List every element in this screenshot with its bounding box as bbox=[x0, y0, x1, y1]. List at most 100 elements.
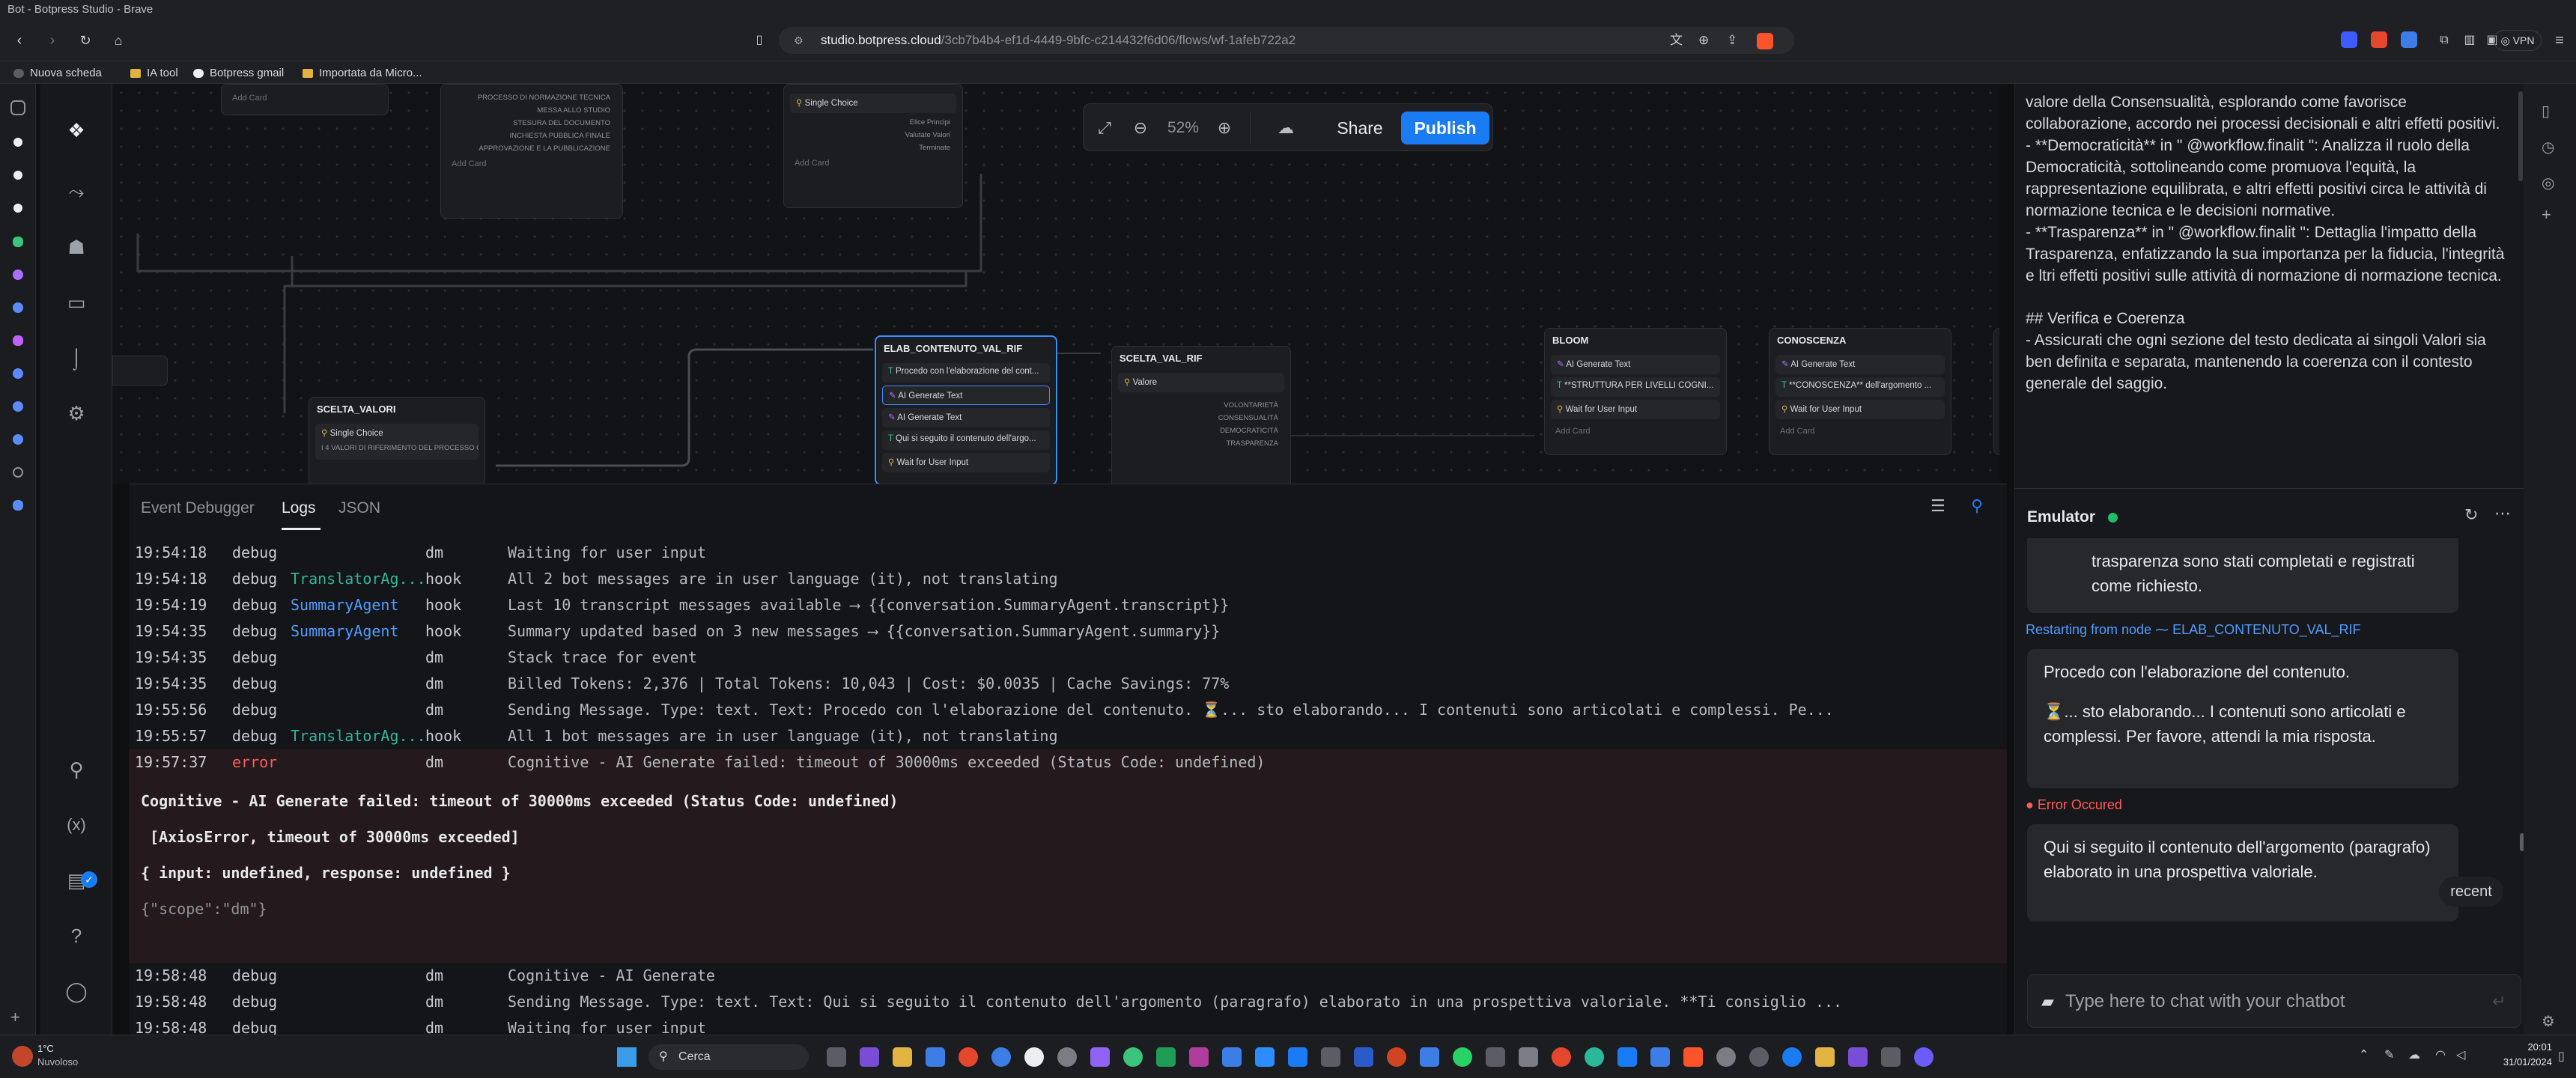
panel-icon[interactable] bbox=[10, 100, 25, 115]
node-bloom[interactable]: BLOOM ✎ AI Generate Text T **STRUTTURA P… bbox=[1544, 328, 1727, 455]
variables-icon[interactable]: (x) bbox=[64, 813, 88, 837]
more-options-icon[interactable]: ⋯ bbox=[2494, 504, 2511, 523]
send-icon[interactable]: ↵ bbox=[2492, 975, 2506, 1029]
menu-icon[interactable]: ≡ bbox=[2549, 30, 2570, 51]
botpress-logo-icon[interactable]: ❖ bbox=[64, 118, 88, 142]
log-row[interactable]: 19:55:57 debug TranslatorAg... hook All 1 bo… bbox=[129, 723, 2007, 749]
notifications-icon[interactable]: ▯ bbox=[2558, 1049, 2565, 1064]
pin-icon[interactable]: ⚲ bbox=[1971, 496, 1983, 516]
site-info-icon[interactable]: ⚙ bbox=[794, 27, 804, 54]
text-card[interactable]: T Procedo con l'elaborazione del cont... bbox=[882, 363, 1050, 383]
node-processi[interactable]: PROCESSO DI NORMAZIONE TECNICA MESSA ALL… bbox=[440, 84, 623, 219]
tab-icon[interactable] bbox=[13, 500, 23, 511]
node-output[interactable]: MESSA ALLO STUDIO bbox=[441, 104, 622, 117]
clock-date[interactable]: 31/01/2024 bbox=[2486, 1056, 2552, 1068]
settings-gear-icon[interactable]: ⚙ bbox=[64, 401, 88, 425]
tab-event-debugger[interactable]: Event Debugger bbox=[141, 499, 255, 517]
node-partial-right[interactable] bbox=[1993, 328, 1999, 455]
tray-app-icon[interactable]: ✎ bbox=[2384, 1047, 2394, 1062]
tab-icon[interactable] bbox=[13, 368, 23, 379]
extension-icon-1[interactable] bbox=[2341, 31, 2357, 48]
folder-app-icon[interactable] bbox=[1815, 1047, 1835, 1067]
share-button[interactable]: Share bbox=[1325, 113, 1395, 143]
cloud-sync-icon[interactable]: ☁ bbox=[1275, 118, 1296, 138]
vpn-button[interactable]: ◎ VPN bbox=[2494, 30, 2542, 51]
node-output[interactable]: TRASPARENZA bbox=[1112, 437, 1290, 450]
log-row[interactable]: 19:54:19 debug SummaryAgent hook Last 10 tra… bbox=[129, 592, 2007, 618]
tab-logs[interactable]: Logs bbox=[282, 499, 316, 517]
app-icon[interactable] bbox=[1519, 1047, 1538, 1067]
ai-generate-card[interactable]: ✎ AI Generate Text bbox=[882, 386, 1050, 405]
ai-generate-card[interactable]: ✎ AI Generate Text bbox=[1551, 355, 1720, 374]
address-bar[interactable]: ⚙ studio.botpress.cloud/3cb7b4b4-ef1d-44… bbox=[779, 27, 1794, 54]
log-row[interactable]: 19:58:48 debug dm Cognitive - AI Generate bbox=[129, 963, 2007, 989]
log-row[interactable]: 19:54:18 debug TranslatorAg... hook All 2 bo… bbox=[129, 566, 2007, 592]
node-output[interactable]: CONSENSUALITÀ bbox=[1112, 412, 1290, 424]
onedrive-icon[interactable]: ☁ bbox=[2408, 1047, 2420, 1062]
tray-chevron-icon[interactable]: ⌃ bbox=[2359, 1047, 2369, 1062]
log-row[interactable]: 19:54:35 debug SummaryAgent hook Summary upd… bbox=[129, 618, 2007, 645]
fit-view-icon[interactable]: ⤢ bbox=[1094, 118, 1115, 138]
edge-icon[interactable] bbox=[1585, 1047, 1604, 1067]
wifi-icon[interactable]: ◠ bbox=[2435, 1047, 2446, 1062]
windows-start-icon[interactable] bbox=[617, 1047, 637, 1067]
add-card-button[interactable]: Add Card bbox=[1545, 422, 1726, 440]
reading-list-icon[interactable]: ▯ bbox=[2542, 102, 2550, 121]
log-list[interactable]: 19:54:18 debug dm Waiting for user input 19:… bbox=[129, 540, 2007, 1035]
tab-icon[interactable] bbox=[13, 237, 23, 247]
excel-icon[interactable] bbox=[1156, 1047, 1176, 1067]
chrome-icon[interactable] bbox=[1123, 1047, 1143, 1067]
publish-button[interactable]: Publish bbox=[1401, 112, 1489, 144]
node-scelta-val-rif[interactable]: SCELTA_VAL_RIF ⚲ Valore VOLONTARIETÀ CON… bbox=[1111, 346, 1291, 484]
zoom-icon[interactable]: ⊕ bbox=[1698, 27, 1709, 54]
add-card-button[interactable]: Add Card bbox=[441, 155, 622, 173]
botpress-tab-icon[interactable] bbox=[13, 204, 22, 213]
log-row-error[interactable]: 19:57:37 error dm Cognitive - AI Generat… bbox=[129, 749, 2007, 776]
back-icon[interactable]: ‹ bbox=[9, 30, 30, 51]
app-icon[interactable] bbox=[1024, 1047, 1044, 1067]
flow-canvas[interactable]: Add Card PROCESSO DI NORMAZIONE TECNICA … bbox=[112, 84, 1999, 484]
bookmark-botpress-gmail[interactable]: Botpress gmail bbox=[193, 66, 284, 81]
node-output[interactable]: Valutate Valori bbox=[784, 129, 962, 141]
tab-json[interactable]: JSON bbox=[338, 499, 380, 517]
scrollbar-thumb[interactable] bbox=[2518, 91, 2523, 181]
app-icon[interactable] bbox=[991, 1047, 1011, 1067]
app-icon[interactable] bbox=[959, 1047, 978, 1067]
outlook-icon[interactable] bbox=[1617, 1047, 1637, 1067]
tab-icon[interactable] bbox=[13, 302, 23, 313]
extension-icon-2[interactable] bbox=[2371, 31, 2387, 48]
clear-logs-icon[interactable]: ☰ bbox=[1931, 496, 1945, 516]
add-card-button[interactable]: Add Card bbox=[784, 154, 962, 172]
ai-generate-card[interactable]: ✎ AI Generate Text bbox=[882, 408, 1050, 427]
bookmark-nuova-scheda[interactable]: Nuova scheda bbox=[13, 66, 102, 81]
task-view-icon[interactable] bbox=[827, 1047, 846, 1067]
app-icon[interactable] bbox=[1321, 1047, 1340, 1067]
translate-icon[interactable]: 文 bbox=[1670, 27, 1683, 54]
app-icon[interactable] bbox=[1486, 1047, 1505, 1067]
zoom-app-icon[interactable] bbox=[1255, 1047, 1275, 1067]
node-output[interactable]: Terminate bbox=[784, 141, 962, 154]
home-icon[interactable]: ⌂ bbox=[108, 30, 129, 51]
wait-card[interactable]: ⚲ Wait for User Input bbox=[1775, 400, 1945, 419]
text-card[interactable]: T Qui si seguito il contenuto dell'argo.… bbox=[882, 430, 1050, 450]
log-row[interactable]: 19:55:56 debug dm Sending Message. Type: te… bbox=[129, 697, 2007, 723]
node-output[interactable]: PROCESSO DI NORMAZIONE TECNICA bbox=[441, 85, 622, 104]
extension-icon-3[interactable] bbox=[2401, 31, 2417, 48]
app-icon[interactable] bbox=[926, 1047, 945, 1067]
new-tab-icon[interactable]: + bbox=[10, 1008, 20, 1027]
node-top-left[interactable]: Add Card bbox=[221, 84, 389, 115]
clock-time[interactable]: 20:01 bbox=[2498, 1041, 2552, 1053]
text-card[interactable]: T **STRUTTURA PER LIVELLI COGNI... bbox=[1551, 377, 1720, 397]
refresh-icon[interactable]: ↻ bbox=[2464, 505, 2478, 525]
app-icon[interactable] bbox=[1749, 1047, 1769, 1067]
app-icon[interactable] bbox=[1650, 1047, 1670, 1067]
node-elab-contenuto[interactable]: ELAB_CONTENUTO_VAL_RIF T Procedo con l'e… bbox=[875, 335, 1057, 484]
prompt-preview[interactable]: valore della Consensualità, esplorando c… bbox=[2026, 91, 2505, 481]
wait-card[interactable]: ⚲ Wait for User Input bbox=[882, 453, 1050, 472]
node-partial-left[interactable] bbox=[112, 356, 168, 386]
app-icon[interactable] bbox=[1057, 1047, 1077, 1067]
node-single-choice-top[interactable]: ⚲ Single Choice Elice Principi Valutate … bbox=[783, 84, 963, 208]
search-icon[interactable]: ⚲ bbox=[64, 758, 88, 782]
app-icon[interactable] bbox=[1782, 1047, 1802, 1067]
app-icon[interactable] bbox=[1881, 1047, 1901, 1067]
